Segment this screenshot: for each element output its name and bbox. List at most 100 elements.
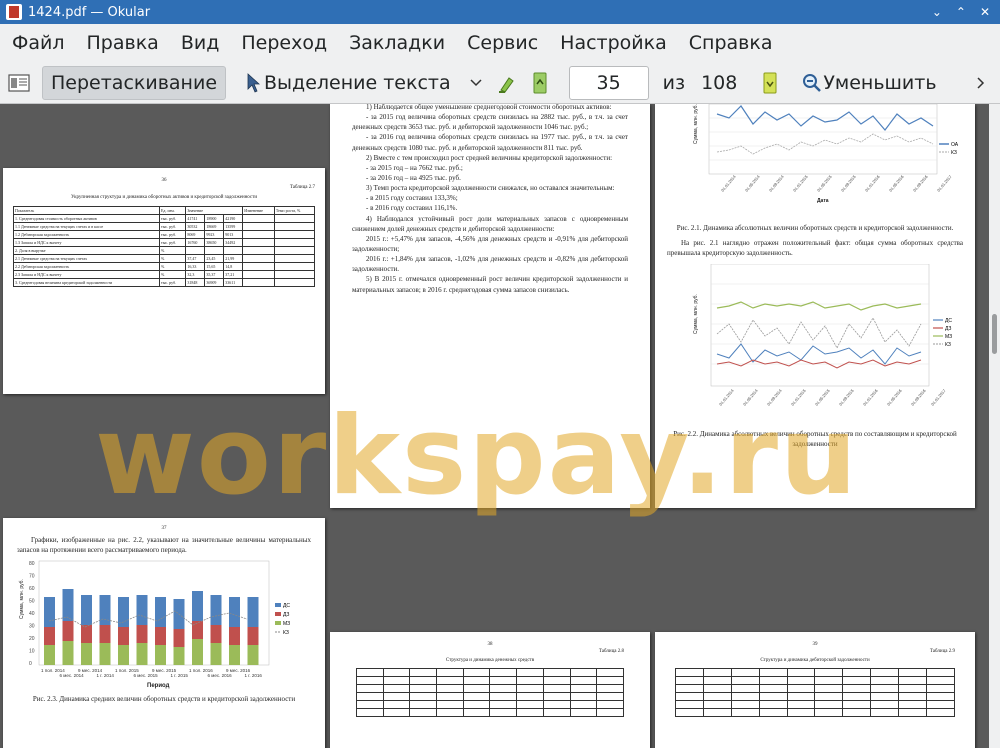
table-cell: 42190: [223, 213, 244, 223]
bar-segment: [210, 624, 222, 643]
table-cell: 18900: [204, 213, 225, 223]
bar-segment: [247, 626, 259, 645]
bar-segment: [81, 594, 92, 625]
table-cell: 34492: [223, 237, 244, 247]
bar-segment: [192, 638, 203, 665]
text-paragraph: 5) В 2015 г. отмечался одновременный рос…: [352, 275, 628, 294]
page-of-label: из: [662, 71, 686, 94]
bar-segment: [81, 642, 92, 665]
bar-segment: [155, 626, 166, 645]
page-39: 39 Таблица 2.9 Структура и динамика деби…: [655, 632, 975, 748]
menu-help[interactable]: Справка: [689, 32, 773, 54]
bar-segment: [155, 644, 166, 665]
y-tick-label: 50: [29, 598, 35, 604]
text-select-button[interactable]: Выделение текста: [234, 66, 459, 100]
table-cell: [242, 229, 275, 239]
table-cell: 2. Доля в выручке: [13, 245, 160, 255]
table-cell: [242, 245, 275, 255]
table-cell: 13599: [223, 221, 244, 231]
bar-segment: [81, 624, 92, 643]
x-tick-label: 01.01.2015: [790, 387, 807, 406]
zoom-out-button[interactable]: Уменьшить: [793, 66, 944, 100]
table-header: Изменение: [242, 205, 275, 215]
chart-ylabel: Сумма, млн. руб.: [693, 294, 699, 334]
table-cell: 30532: [185, 221, 206, 231]
x-category-label: 1 г. 2015: [171, 673, 189, 678]
menu-view[interactable]: Вид: [181, 32, 220, 54]
drag-mode-label: Перетаскивание: [51, 71, 218, 94]
table-row: 1.1 Денежные средства на текущих счетах …: [13, 221, 316, 231]
figure-2-2-chart: Сумма, млн. руб. 01.01.2014 01.05.2014 0…: [693, 263, 952, 406]
bar-segment: [62, 588, 74, 621]
table-cell: 18669: [204, 221, 225, 231]
bar-segment: [173, 628, 185, 647]
figure-2-3-caption: Рис. 2.3. Динамика средних величин оборо…: [32, 694, 296, 703]
bar-segment: [155, 596, 166, 627]
zoom-out-label: Уменьшить: [823, 71, 937, 94]
table-cell: %: [158, 269, 187, 279]
highlighter-icon[interactable]: [497, 72, 519, 94]
x-tick-label: 01.01.2017: [930, 387, 947, 406]
scrollbar-thumb[interactable]: [992, 314, 997, 354]
bar-segment: [210, 642, 222, 665]
previous-page-icon[interactable]: [529, 72, 551, 94]
x-tick-label: 01.05.2014: [744, 173, 761, 192]
bar-segment: [118, 644, 129, 665]
bar-segment: [136, 642, 148, 665]
menu-settings[interactable]: Настройка: [560, 32, 667, 54]
text-paragraph: - за 2016 год – на 4925 тыс. руб.: [366, 173, 461, 182]
window-title: 1424.pdf — Okular: [28, 4, 151, 20]
next-page-icon[interactable]: [759, 72, 781, 94]
table-cell: 2.2 Дебиторская задолженность: [13, 261, 160, 271]
table-header: Ед. изм.: [158, 205, 187, 215]
x-tick-label: 01.01.2016: [864, 173, 881, 192]
bar-segment: [44, 626, 55, 645]
x-tick-label: 01.09.2014: [766, 387, 783, 406]
menu-edit[interactable]: Правка: [87, 32, 159, 54]
table-header: Показатель: [13, 205, 160, 215]
chevron-down-icon[interactable]: [465, 72, 487, 94]
bar-segment: [173, 646, 185, 665]
x-category-label: 6 мес. 2015: [134, 673, 159, 678]
table-cell: %: [158, 253, 187, 263]
table-row: 2.2 Дебиторская задолженность% 16,33 15,65…: [13, 261, 316, 271]
table-cell: 23,45: [204, 253, 225, 263]
menu-file[interactable]: Файл: [12, 32, 65, 54]
y-tick-label: 10: [29, 648, 35, 654]
menu-go[interactable]: Переход: [241, 32, 327, 54]
table-row: 2. Доля в выручке%: [13, 245, 316, 255]
table-cell: [273, 245, 316, 255]
page-number-input[interactable]: 35: [568, 65, 649, 100]
table-cell: 2.3 Запасы и НДС к вычету: [13, 269, 160, 279]
page-38: 38 Таблица 2.8 Структура и динамика дене…: [330, 632, 650, 748]
x-tick-label: 01.01.2014: [720, 173, 737, 192]
menu-bookmarks[interactable]: Закладки: [349, 32, 445, 54]
text-paragraph: 3) Темп роста кредиторской задолженности…: [366, 184, 615, 193]
bar-segment: [192, 620, 203, 639]
drag-mode-button[interactable]: Перетаскивание: [42, 65, 227, 100]
sidebar-toggle-icon[interactable]: [8, 72, 30, 94]
table-cell: [273, 237, 316, 247]
bar-segment: [247, 596, 259, 627]
close-button[interactable]: ✕: [980, 5, 990, 19]
bar-segment: [136, 624, 148, 643]
menu-tools[interactable]: Сервис: [467, 32, 538, 54]
text-paragraph: 2015 г.: +5,47% для запасов, -4,56% для …: [352, 234, 628, 253]
table-row: 1.2 Дебиторская задолженность тыс. руб. 80…: [13, 229, 316, 239]
toolbar-overflow-icon[interactable]: [970, 72, 992, 94]
bar-segment: [118, 626, 129, 645]
vertical-scrollbar[interactable]: [989, 104, 1000, 748]
x-tick-label: 01.01.2017: [936, 173, 953, 192]
table-cell: 1.2 Дебиторская задолженность: [13, 229, 160, 239]
menu-bar: Файл Правка Вид Переход Закладки Сервис …: [0, 24, 1000, 62]
table-cell: [242, 261, 275, 271]
assets-table: Показатель Ед. изм. Значение Изменение Т…: [13, 205, 316, 287]
page-37: 37 Графики, изображенные на рис. 2.2, ук…: [3, 518, 325, 748]
minimize-button[interactable]: ⌄: [932, 5, 942, 19]
x-tick-label: 01.05.2016: [886, 387, 903, 406]
table-cell: %: [158, 261, 187, 271]
maximize-button[interactable]: ⌃: [956, 5, 966, 19]
zoom-out-icon: [801, 72, 823, 94]
document-viewport[interactable]: 36 Таблица 2.7 Укрупненная структура и д…: [0, 104, 989, 748]
x-tick-label: 01.09.2016: [910, 387, 927, 406]
